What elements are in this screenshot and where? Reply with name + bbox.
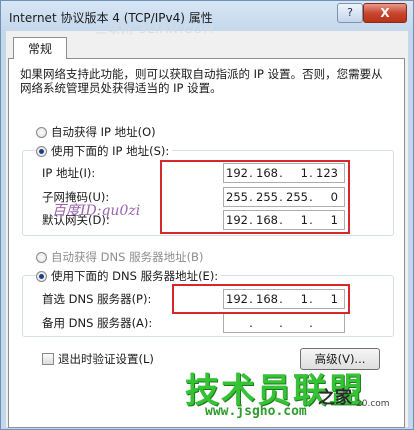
close-button[interactable]: X bbox=[363, 3, 407, 23]
octet-dot: . bbox=[279, 316, 283, 330]
alternate-dns-label: 备用 DNS 服务器(A): bbox=[42, 316, 153, 330]
manual-ip-radio[interactable]: 使用下面的 IP 地址(S): bbox=[36, 144, 173, 158]
preferred-dns-label: 首选 DNS 服务器(P): bbox=[42, 292, 152, 306]
octet-dot: . bbox=[249, 316, 253, 330]
watermark-baidu: 百度ID:qu0zi bbox=[52, 203, 141, 219]
auto-dns-label: 自动获得 DNS 服务器地址(B) bbox=[51, 250, 204, 264]
auto-ip-label: 自动获得 IP 地址(O) bbox=[51, 125, 156, 139]
help-button[interactable]: ? bbox=[337, 3, 363, 23]
validate-checkbox[interactable] bbox=[42, 353, 54, 365]
ip-address-label: IP 地址(I): bbox=[42, 166, 96, 180]
manual-dns-radio[interactable]: 使用下面的 DNS 服务器地址(E): bbox=[36, 269, 222, 283]
watermark-site-2: 之家 bbox=[318, 388, 352, 408]
auto-ip-radio[interactable]: 自动获得 IP 地址(O) bbox=[36, 125, 156, 139]
radio-selected-icon bbox=[36, 145, 47, 157]
radio-selected-icon bbox=[36, 270, 47, 282]
highlight-box-dns bbox=[172, 284, 350, 314]
watermark-site: www.jsgho.com bbox=[205, 404, 307, 419]
watermark-top: 三联网 3LIAN.COM bbox=[95, 22, 215, 36]
watermark-site-3: 20.com bbox=[356, 399, 390, 409]
highlight-box-ip bbox=[160, 160, 350, 234]
octet-dot: . bbox=[309, 316, 313, 330]
radio-icon bbox=[36, 251, 47, 263]
manual-ip-label: 使用下面的 IP 地址(S): bbox=[51, 144, 170, 158]
manual-dns-label: 使用下面的 DNS 服务器地址(E): bbox=[51, 269, 219, 283]
validate-label: 退出时验证设置(L) bbox=[58, 352, 154, 366]
auto-dns-radio[interactable]: 自动获得 DNS 服务器地址(B) bbox=[36, 250, 203, 264]
radio-icon bbox=[36, 126, 47, 138]
alternate-dns-field[interactable]: . . . bbox=[223, 313, 345, 333]
description-text: 如果网络支持此功能，则可以获取自动指派的 IP 设置。否则，您需要从网络系统管理… bbox=[20, 67, 383, 95]
tab-general[interactable]: 常规 bbox=[13, 37, 67, 59]
